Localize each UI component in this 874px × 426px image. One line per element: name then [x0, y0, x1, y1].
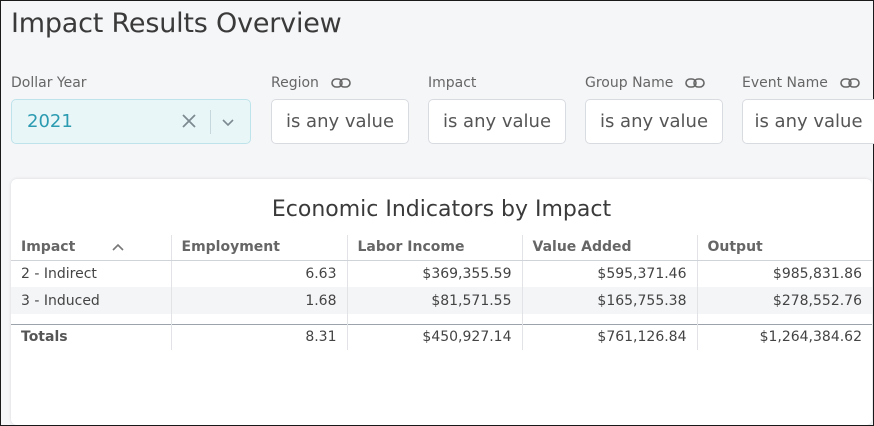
- results-card: Economic Indicators by Impact Impact Emp…: [11, 179, 872, 425]
- cell-impact: 3 - Induced: [11, 287, 172, 314]
- table-header-row: Impact Employment Labor Income Value Add…: [11, 235, 872, 261]
- app-window: Impact Results Overview Dollar Year 2021…: [0, 0, 874, 426]
- column-header-value-added[interactable]: Value Added: [522, 235, 698, 261]
- filter-label: Group Name: [585, 75, 674, 91]
- column-header-impact[interactable]: Impact: [11, 235, 172, 261]
- filter-label: Impact: [428, 75, 477, 91]
- filter-impact: Impact is any value: [428, 73, 566, 144]
- filter-group-name: Group Name is any value: [585, 73, 723, 144]
- filter-label: Region: [271, 75, 319, 91]
- table-title: Economic Indicators by Impact: [271, 197, 612, 222]
- total-output: $1,264,384.62: [697, 323, 872, 350]
- table-row: 3 - Induced 1.68 $81,571.55 $165,755.38 …: [11, 287, 872, 314]
- chevron-up-icon[interactable]: [112, 243, 124, 251]
- results-table: Impact Employment Labor Income Value Add…: [11, 235, 872, 350]
- cell-value-added: $595,371.46: [522, 260, 698, 287]
- column-header-output[interactable]: Output: [697, 235, 872, 261]
- cell-labor-income: $369,355.59: [347, 260, 523, 287]
- total-labor-income: $450,927.14: [347, 323, 523, 350]
- cell-employment: 6.63: [171, 260, 348, 287]
- filter-label: Event Name: [742, 75, 828, 91]
- link-icon[interactable]: [331, 77, 351, 89]
- total-value-added: $761,126.84: [522, 323, 698, 350]
- row-spacer: [11, 314, 872, 324]
- region-filter-input[interactable]: is any value: [271, 99, 409, 144]
- total-employment: 8.31: [171, 323, 348, 350]
- filter-region: Region is any value: [271, 73, 409, 144]
- cell-impact: 2 - Indirect: [11, 260, 172, 287]
- filter-dollar-year: Dollar Year 2021: [11, 73, 251, 144]
- page-title: Impact Results Overview: [11, 8, 342, 39]
- cell-output: $985,831.86: [772, 265, 862, 282]
- divider: [210, 110, 211, 134]
- cell-employment: 1.68: [171, 287, 348, 314]
- cell-output: $278,552.76: [697, 287, 872, 314]
- column-header-employment[interactable]: Employment: [171, 235, 348, 261]
- event-name-filter-input[interactable]: is any value: [742, 99, 874, 144]
- totals-row: Totals 8.31 $450,927.14 $761,126.84 $1,2…: [11, 323, 872, 350]
- dollar-year-select[interactable]: 2021: [11, 99, 251, 144]
- link-icon[interactable]: [685, 77, 706, 89]
- chevron-down-icon[interactable]: [220, 114, 236, 130]
- filter-event-name: Event Name is any value: [742, 73, 874, 144]
- table-row: 2 - Indirect 6.63 $369,355.59 $595,371.4…: [11, 260, 872, 287]
- cell-value-added: $165,755.38: [522, 287, 698, 314]
- dollar-year-value: 2021: [27, 111, 73, 132]
- column-header-labor-income[interactable]: Labor Income: [347, 235, 523, 261]
- filter-label: Dollar Year: [11, 75, 87, 91]
- group-name-filter-input[interactable]: is any value: [585, 99, 723, 144]
- impact-filter-input[interactable]: is any value: [428, 99, 566, 144]
- cell-labor-income: $81,571.55: [347, 287, 523, 314]
- totals-label: Totals: [11, 323, 172, 350]
- close-icon[interactable]: [180, 112, 198, 130]
- link-icon[interactable]: [840, 77, 860, 89]
